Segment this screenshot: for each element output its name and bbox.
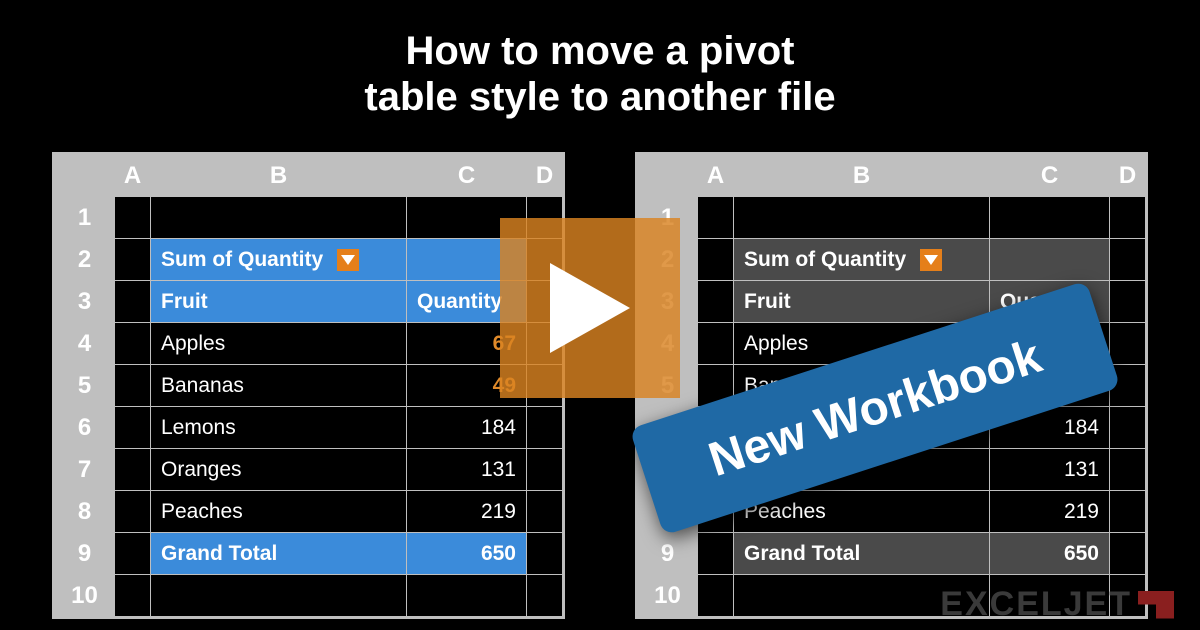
pivot-total-value[interactable]: 650 [407,533,527,575]
pivot-item-qty[interactable]: 131 [990,449,1110,491]
pivot-total-label[interactable]: Grand Total [734,533,990,575]
row-header[interactable]: 10 [638,575,698,617]
row-header[interactable]: 9 [55,533,115,575]
pivot-sum-text: Sum of Quantity [161,248,323,271]
col-header-a[interactable]: A [115,155,151,197]
filter-dropdown-icon[interactable] [920,249,942,271]
cell[interactable] [698,533,734,575]
col-header-d[interactable]: D [527,155,563,197]
cell[interactable] [115,407,151,449]
cell[interactable] [1110,407,1146,449]
title-line-2: table style to another file [0,74,1200,120]
cell[interactable] [407,575,527,617]
cell[interactable] [1110,281,1146,323]
cell[interactable] [698,281,734,323]
row-header[interactable]: 2 [55,239,115,281]
cell[interactable] [698,239,734,281]
cell[interactable] [1110,239,1146,281]
col-header-a[interactable]: A [698,155,734,197]
cell[interactable] [1110,323,1146,365]
pivot-total-value[interactable]: 650 [990,533,1110,575]
col-header-c[interactable]: C [990,155,1110,197]
cell[interactable] [990,239,1110,281]
row-header[interactable]: 3 [55,281,115,323]
pivot-sum-text: Sum of Quantity [744,248,906,271]
row-header[interactable]: 7 [55,449,115,491]
cell[interactable] [115,365,151,407]
cell[interactable] [151,197,407,239]
cell[interactable] [115,533,151,575]
cell[interactable] [527,491,563,533]
cell[interactable] [734,197,990,239]
cell[interactable] [1110,533,1146,575]
row-header[interactable]: 9 [638,533,698,575]
cell[interactable] [698,197,734,239]
cell[interactable] [115,575,151,617]
cell[interactable] [527,533,563,575]
select-all-corner[interactable] [55,155,115,197]
pivot-item-qty[interactable]: 184 [407,407,527,449]
pivot-item-name[interactable]: Bananas [151,365,407,407]
row-header[interactable]: 10 [55,575,115,617]
cell[interactable] [115,197,151,239]
cell[interactable] [1110,449,1146,491]
cell[interactable] [527,449,563,491]
pivot-item-name[interactable]: Peaches [151,491,407,533]
play-icon [550,263,630,353]
pivot-sum-label[interactable]: Sum of Quantity [734,239,990,281]
brand-text: EXCELJET [940,585,1132,624]
pivot-item-qty[interactable]: 219 [407,491,527,533]
row-header[interactable]: 4 [55,323,115,365]
pivot-item-name[interactable]: Oranges [151,449,407,491]
col-header-b[interactable]: B [151,155,407,197]
sheet-source: A B C D 1 2 Sum of Quantity [52,152,565,619]
row-header[interactable]: 1 [55,197,115,239]
row-header[interactable]: 5 [55,365,115,407]
pivot-total-label[interactable]: Grand Total [151,533,407,575]
cell[interactable] [115,323,151,365]
cell[interactable] [115,281,151,323]
pivot-row-header[interactable]: Fruit [151,281,407,323]
pivot-sum-label[interactable]: Sum of Quantity [151,239,407,281]
pivot-item-name[interactable]: Apples [151,323,407,365]
select-all-corner[interactable] [638,155,698,197]
cell[interactable] [1110,491,1146,533]
cell[interactable] [115,239,151,281]
pivot-item-qty[interactable]: 219 [990,491,1110,533]
grid-source: A B C D 1 2 Sum of Quantity [54,154,563,617]
cell[interactable] [1110,197,1146,239]
col-header-b[interactable]: B [734,155,990,197]
play-button[interactable] [500,218,680,398]
row-header[interactable]: 8 [55,491,115,533]
filter-dropdown-icon[interactable] [337,249,359,271]
page-title: How to move a pivot table style to anoth… [0,0,1200,120]
brand-mark-icon [1138,591,1174,619]
col-header-c[interactable]: C [407,155,527,197]
pivot-item-name[interactable]: Lemons [151,407,407,449]
cell[interactable] [698,575,734,617]
cell[interactable] [990,197,1110,239]
cell[interactable] [151,575,407,617]
row-header[interactable]: 6 [55,407,115,449]
col-header-d[interactable]: D [1110,155,1146,197]
pivot-item-qty[interactable]: 131 [407,449,527,491]
cell[interactable] [527,407,563,449]
cell[interactable] [527,575,563,617]
cell[interactable] [115,449,151,491]
title-line-1: How to move a pivot [0,28,1200,74]
cell[interactable] [698,323,734,365]
pivot-row-header[interactable]: Fruit [734,281,990,323]
brand-logo: EXCELJET [940,585,1174,624]
cell[interactable] [115,491,151,533]
